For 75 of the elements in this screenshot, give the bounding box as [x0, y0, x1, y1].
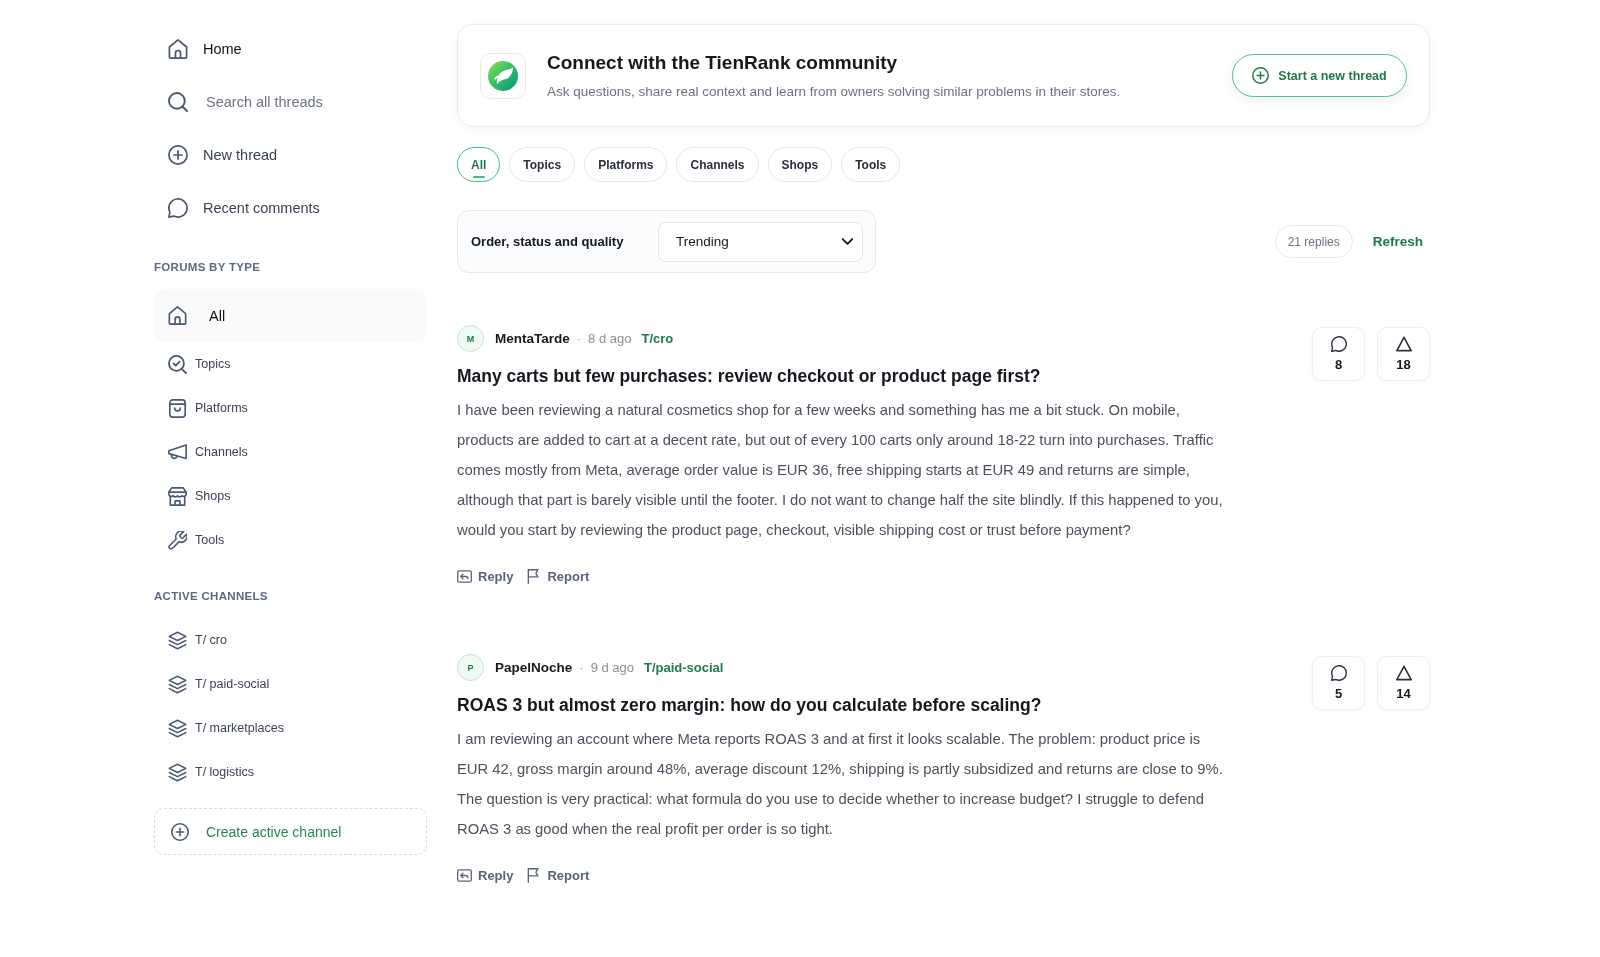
- upvote-button[interactable]: 14: [1377, 656, 1430, 710]
- user-avatar: P: [457, 654, 484, 681]
- sort-dropdown[interactable]: Trending: [658, 221, 863, 262]
- layers-icon: [168, 674, 187, 694]
- megaphone-icon: [168, 442, 187, 462]
- layers-icon: [168, 718, 187, 738]
- home-icon: [168, 306, 187, 325]
- search-field[interactable]: Search all threads: [203, 91, 403, 112]
- chat-bubble-icon: [1330, 665, 1347, 681]
- layers-icon: [168, 762, 187, 782]
- filter-chip[interactable]: Topics: [509, 147, 576, 182]
- start-thread-button[interactable]: Start a new thread: [1232, 54, 1407, 97]
- chat-bubble-icon: [1330, 336, 1347, 352]
- forum-type-link[interactable]: Platforms: [154, 386, 427, 430]
- filter-chip[interactable]: All: [457, 147, 501, 182]
- nav-link[interactable]: New thread: [154, 128, 427, 181]
- wrench-icon: [168, 530, 187, 550]
- layers-icon: [168, 630, 187, 650]
- author-name: PapelNoche: [495, 660, 573, 675]
- comments-button[interactable]: 8: [1312, 327, 1365, 381]
- search-icon: [168, 91, 188, 112]
- reply-button[interactable]: Reply: [457, 566, 514, 586]
- channel-tag-link[interactable]: T/cro: [641, 331, 674, 346]
- section-heading: ACTIVE CHANNELS: [154, 589, 269, 603]
- upvote-triangle-icon: [1395, 336, 1412, 352]
- post-age: 8 d ago: [588, 331, 632, 346]
- report-button[interactable]: Report: [526, 566, 590, 586]
- report-button[interactable]: Report: [526, 865, 590, 885]
- filter-chip[interactable]: Platforms: [584, 147, 668, 182]
- home-icon: [168, 38, 188, 59]
- post-age: 9 d ago: [590, 660, 634, 675]
- reply-button[interactable]: Reply: [457, 865, 514, 885]
- plus-circle-icon: [171, 822, 189, 841]
- nav-link[interactable]: Home: [154, 22, 427, 75]
- sort-label: Order, status and quality: [471, 234, 624, 249]
- user-avatar: M: [457, 325, 484, 352]
- channel-link[interactable]: T/ marketplaces: [154, 706, 427, 750]
- author-name: MentaTarde: [495, 331, 570, 346]
- store-icon: [168, 486, 187, 506]
- filter-chip[interactable]: Shops: [767, 147, 833, 182]
- post-body: I am reviewing an account where Meta reports ROAS 3 and at first it looks scalable. The problem: product price is EUR 42, gross margin around 48%, average discount 12%, shipping is partly subsidized and returns are close to 9%. The question is very practical: what formula do you use to decide whether to increase budget? I struggle to defend ROAS 3 as good when the real profit per order is so tight.: [457, 730, 1224, 839]
- nav-link[interactable]: Recent comments: [154, 181, 427, 234]
- section-heading: FORUMS BY TYPE: [154, 260, 262, 274]
- meta-separator: ·: [576, 331, 582, 346]
- comments-button[interactable]: 5: [1312, 656, 1365, 710]
- forum-type-link[interactable]: Tools: [154, 518, 427, 562]
- upvote-triangle-icon: [1395, 665, 1412, 681]
- refresh-link[interactable]: Refresh: [1372, 234, 1423, 249]
- forum-type-link[interactable]: Channels: [154, 430, 427, 474]
- filter-chip[interactable]: Tools: [841, 147, 901, 182]
- post-title: Many carts but few purchases: review checkout or product page first?: [457, 365, 1042, 387]
- reply-icon: [457, 568, 472, 584]
- create-channel-button[interactable]: Create active channel: [154, 808, 427, 855]
- plus-circle-icon: [1252, 67, 1270, 84]
- upvote-button[interactable]: 18: [1377, 327, 1430, 381]
- post-body: I have been reviewing a natural cosmetics shop for a few weeks and something has me a bit stuck. On mobile, products are added to cart at a decent rate, but out of every 100 carts only around 18-22 turn into purchases. Traffic comes mostly from Meta, average order value is EUR 36, free shipping starts at EUR 49 and returns are simple, although that part is barely visible until the footer. I do not want to change half the site blindly. If this happened to you, would you start by reviewing the product page, checkout, visible shipping cost or trust before payment?: [457, 401, 1224, 540]
- post-title: ROAS 3 but almost zero margin: how do you calculate before scaling?: [457, 694, 1043, 716]
- channel-link[interactable]: T/ cro: [154, 618, 427, 662]
- plus-circle-icon: [168, 144, 188, 165]
- forum-type-link[interactable]: All: [154, 289, 427, 342]
- intro-subtitle: Ask questions, share real context and learn from owners solving similar problems in their stores.: [547, 83, 1122, 100]
- filter-chip[interactable]: Channels: [676, 147, 759, 182]
- forum-type-link[interactable]: Topics: [154, 342, 427, 386]
- channel-link[interactable]: T/ paid-social: [154, 662, 427, 706]
- search-check-icon: [168, 354, 187, 374]
- chevron-down-icon: [842, 238, 853, 245]
- forum-type-link[interactable]: Shops: [154, 474, 427, 518]
- chat-bubble-icon: [168, 197, 188, 218]
- channel-link[interactable]: T/ logistics: [154, 750, 427, 794]
- reply-icon: [457, 867, 472, 883]
- intro-title: Connect with the TienRank community: [547, 51, 899, 74]
- shopping-bag-icon: [168, 398, 187, 418]
- leaf-logo-icon: [480, 52, 526, 99]
- channel-tag-link[interactable]: T/paid-social: [644, 660, 724, 675]
- meta-separator: ·: [579, 660, 584, 675]
